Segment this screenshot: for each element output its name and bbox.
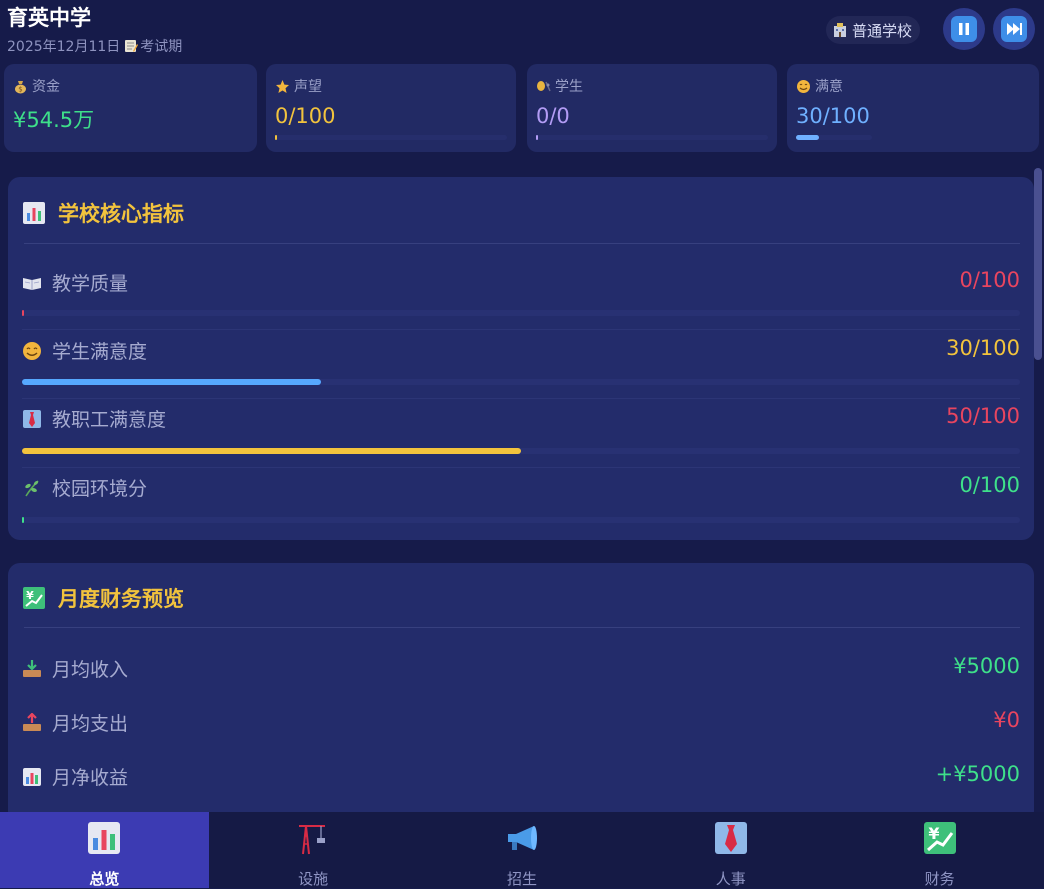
metric-progress: [22, 379, 1020, 385]
core-metrics-panel: 学校核心指标 教学质量 0/100 学生满意度 30/100 教职工满意度 50…: [8, 177, 1034, 540]
nav-item-hr[interactable]: 人事: [626, 812, 835, 888]
nav-label: 人事: [715, 870, 746, 888]
stat-label: 资金: [32, 79, 60, 95]
nav-item-overview[interactable]: 总览: [0, 812, 209, 888]
school-type-badge[interactable]: 普通学校: [826, 16, 921, 44]
metric-value: 0/100: [959, 268, 1020, 292]
fast-forward-icon: [1007, 23, 1022, 35]
school-name: 育英中学: [7, 6, 91, 30]
nav-label: 招生: [506, 870, 537, 888]
finance-value: ¥5000: [953, 654, 1020, 678]
metric-value: 50/100: [946, 404, 1020, 428]
megaphone-icon: [507, 826, 537, 850]
bar-chart-icon: [88, 822, 121, 854]
metric-student-satisfaction: 学生满意度: [22, 337, 147, 364]
smile-icon: [797, 79, 810, 93]
metric-value: 30/100: [946, 336, 1020, 360]
finance-monthly-expense: 月均支出: [22, 709, 128, 736]
app-header: 育英中学 2025年12月11日 考试期 普通学校: [0, 0, 1044, 62]
stat-card-funds: $ 资金 ¥54.5万: [4, 64, 257, 152]
open-book-icon: [23, 277, 41, 290]
metric-staff-satisfaction: 教职工满意度: [22, 405, 166, 432]
pause-button[interactable]: [943, 8, 985, 50]
stat-value: 0/100: [275, 104, 336, 128]
finance-value: +¥5000: [935, 762, 1020, 786]
stat-card-students: 学生 0/0: [527, 64, 777, 152]
stat-card-reputation: 声望 0/100: [266, 64, 516, 152]
metric-label-text: 学生满意度: [52, 341, 148, 363]
metric-label-text: 教职工满意度: [52, 409, 167, 431]
svg-text:$: $: [18, 85, 22, 93]
school-type-label: 普通学校: [852, 21, 913, 40]
finance-monthly-income: 月均收入: [22, 655, 128, 682]
metric-label-text: 校园环境分: [52, 478, 148, 500]
building-icon: [834, 23, 846, 37]
divider: [24, 243, 1020, 244]
stat-value: 30/100: [796, 104, 870, 128]
memo-icon: [125, 40, 139, 52]
fast-forward-button[interactable]: [993, 8, 1035, 50]
divider: [24, 627, 1020, 628]
scrollbar[interactable]: [1034, 168, 1042, 360]
date-line: 2025年12月11日 考试期: [7, 36, 182, 56]
finance-value: ¥0: [993, 708, 1020, 732]
nav-item-enrollment[interactable]: 招生: [418, 812, 627, 888]
bar-chart-icon: [23, 767, 41, 786]
metric-teaching-quality: 教学质量: [22, 269, 128, 296]
metric-campus-environment: 校园环境分: [22, 474, 147, 501]
stat-label: 满意: [815, 79, 843, 95]
metric-progress: [22, 448, 1020, 454]
stat-label: 声望: [294, 79, 322, 95]
reputation-progress: [275, 135, 507, 140]
stat-card-satisfaction: 满意 30/100: [787, 64, 1039, 152]
metric-value: 0/100: [959, 473, 1020, 497]
students-progress: [536, 135, 768, 140]
inbox-tray-icon: [23, 659, 41, 677]
smile-icon: [23, 341, 41, 360]
finance-monthly-net: 月净收益: [22, 763, 128, 790]
svg-text:¥: ¥: [26, 589, 34, 602]
panel-title: 月度财务预览: [58, 587, 184, 611]
bar-chart-icon: [23, 202, 45, 224]
nav-item-finance[interactable]: ¥ 财务: [835, 812, 1044, 888]
metric-progress: [22, 517, 1020, 523]
outbox-tray-icon: [23, 712, 41, 731]
yen-chart-icon: ¥: [23, 587, 45, 609]
stat-label: 学生: [555, 79, 583, 95]
metric-label-text: 教学质量: [52, 273, 129, 295]
satisfaction-progress: [796, 135, 872, 140]
star-icon: [276, 79, 289, 93]
necktie-icon: [23, 409, 41, 428]
herb-icon: [25, 479, 39, 496]
stat-value: 0/0: [536, 104, 570, 128]
finance-label-text: 月均收入: [52, 659, 129, 681]
bottom-nav: 总览 设施 招生 人事 ¥ 财务: [0, 812, 1044, 888]
stat-value: ¥54.5万: [13, 108, 95, 132]
pause-icon: [959, 23, 969, 35]
school-period: 考试期: [140, 39, 183, 55]
svg-text:¥: ¥: [928, 824, 939, 843]
nav-label: 设施: [298, 870, 329, 888]
metric-progress: [22, 310, 1020, 316]
nav-label: 总览: [89, 870, 120, 888]
yen-chart-icon: ¥: [923, 822, 956, 854]
game-date: 2025年12月11日: [7, 39, 121, 55]
crane-icon: [299, 825, 326, 855]
necktie-icon: [714, 822, 747, 854]
student-icon: [537, 80, 551, 91]
finance-label-text: 月均支出: [52, 713, 129, 735]
finance-label-text: 月净收益: [52, 767, 129, 789]
money-bag-icon: $: [15, 80, 26, 93]
nav-item-facilities[interactable]: 设施: [209, 812, 418, 888]
finance-preview-panel: ¥ 月度财务预览 月均收入 ¥5000 月均支出 ¥0 月净收益 +¥5000: [8, 563, 1034, 823]
nav-label: 财务: [924, 870, 955, 888]
panel-title: 学校核心指标: [58, 202, 184, 226]
